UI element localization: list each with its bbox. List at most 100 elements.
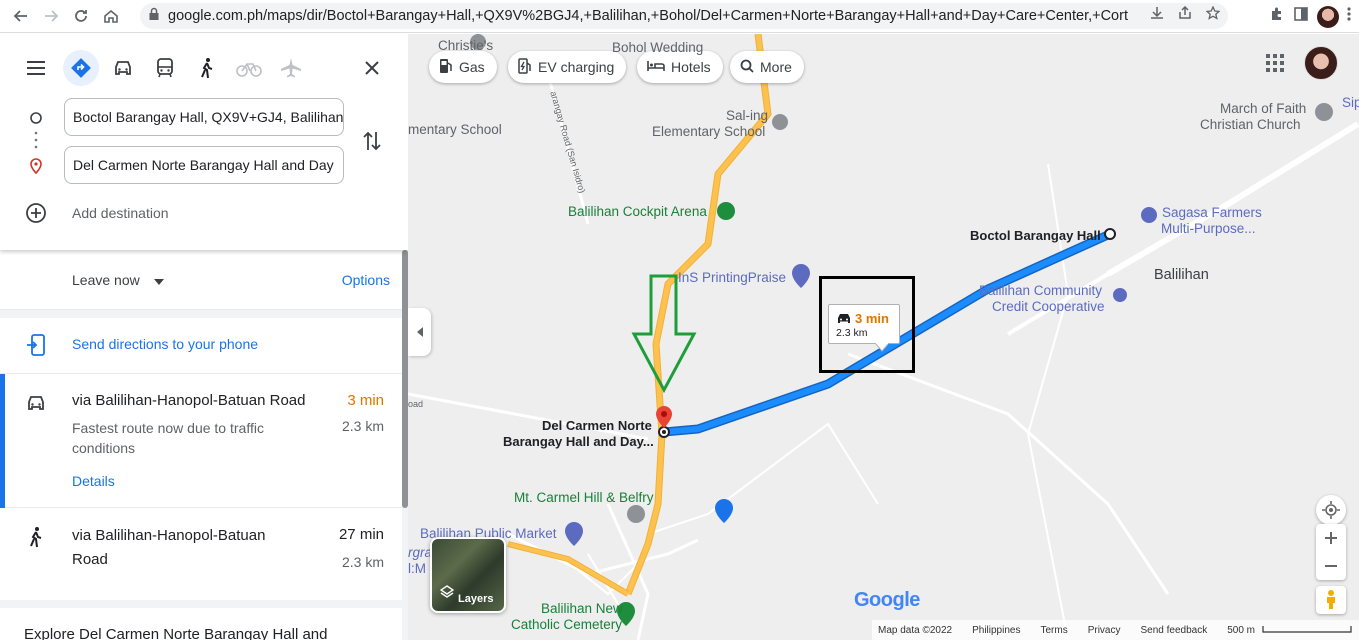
forward-icon[interactable] xyxy=(36,1,66,31)
more-vert-icon[interactable] xyxy=(1347,6,1351,27)
close-icon[interactable] xyxy=(354,50,390,86)
annotation-box xyxy=(819,276,915,373)
layers-button[interactable]: Layers xyxy=(430,537,506,613)
poi-label[interactable]: Christian Church xyxy=(1200,117,1301,132)
transit-icon[interactable] xyxy=(147,50,183,86)
poi-label[interactable]: Sal-ing xyxy=(726,108,768,123)
poi-label[interactable]: March of Faith xyxy=(1220,101,1306,116)
back-icon[interactable] xyxy=(6,1,36,31)
menu-icon[interactable] xyxy=(18,50,54,86)
poi-label[interactable]: Sip xyxy=(1342,95,1359,110)
route-duration: 27 min xyxy=(338,526,384,543)
my-location-button[interactable] xyxy=(1316,495,1346,525)
poi-label[interactable]: l:M xyxy=(408,561,426,576)
poi-label[interactable]: Bohol Wedding xyxy=(612,40,703,55)
poi-label[interactable]: Multi-Purpose... xyxy=(1161,221,1256,236)
add-destination-icon[interactable] xyxy=(25,202,47,229)
leave-now-dropdown[interactable]: Leave now xyxy=(72,272,164,288)
origin-label[interactable]: Boctol Barangay Hall xyxy=(970,228,1101,243)
chip-more[interactable]: More xyxy=(730,51,804,83)
poi-label[interactable]: Christie's xyxy=(438,38,493,53)
google-logo: Google xyxy=(854,589,920,611)
destination-label[interactable]: Barangay Hall and Day... xyxy=(503,434,654,449)
poi-label[interactable]: InS PrintingPraise xyxy=(678,270,786,285)
scale-bar xyxy=(1262,625,1352,633)
poi-label[interactable]: Balilihan Cockpit Arena xyxy=(568,204,707,219)
profile-avatar[interactable] xyxy=(1317,5,1339,28)
reload-icon[interactable] xyxy=(66,1,96,31)
lock-icon xyxy=(148,7,160,26)
ev-charging-icon xyxy=(518,57,532,77)
chip-gas[interactable]: Gas xyxy=(429,51,497,83)
departure-options-row: Leave now Options xyxy=(0,250,402,310)
route-option-walking[interactable]: via Balilihan-Hanopol-Batuan Road 27 min… xyxy=(0,508,402,600)
options-button[interactable]: Options xyxy=(342,272,390,288)
send-feedback-link[interactable]: Send feedback xyxy=(1141,625,1208,636)
collapse-panel-button[interactable] xyxy=(408,308,431,356)
zoom-in-icon[interactable] xyxy=(1325,524,1337,552)
download-icon[interactable] xyxy=(1150,6,1164,25)
route-description: Fastest route now due to traffic conditi… xyxy=(72,420,264,456)
apps-grid-icon[interactable] xyxy=(1266,54,1284,72)
directions-search-box: Boctol Barangay Hall, QX9V+GJ4, Baliliha… xyxy=(0,34,408,250)
poi-label[interactable]: Balilihan Community xyxy=(979,283,1102,298)
chip-hotels[interactable]: Hotels xyxy=(637,51,723,83)
search-icon xyxy=(740,59,754,76)
destination-label[interactable]: Del Carmen Norte xyxy=(542,418,652,433)
extensions-icon[interactable] xyxy=(1269,6,1285,27)
poi-label[interactable]: Catholic Cemetery xyxy=(511,617,622,632)
route-dots-icon xyxy=(34,130,38,155)
car-icon[interactable] xyxy=(105,50,141,86)
town-label: Balilihan xyxy=(1154,267,1209,283)
explore-heading: Explore Del Carmen Norte Barangay Hall a… xyxy=(24,626,328,640)
destination-input[interactable]: Del Carmen Norte Barangay Hall and Day xyxy=(64,146,344,184)
map-canvas[interactable]: Gas EV charging Hotels More Christie's B… xyxy=(408,34,1359,640)
crosshair-icon xyxy=(1322,501,1340,519)
share-icon[interactable] xyxy=(1178,5,1192,25)
account-avatar[interactable] xyxy=(1304,46,1338,80)
map-footer: Map data ©2022 Philippines Terms Privacy… xyxy=(872,620,1359,640)
caret-down-icon xyxy=(153,272,164,288)
poi-label[interactable]: Sagasa Farmers xyxy=(1162,205,1262,220)
car-icon xyxy=(26,394,46,417)
bookmark-star-icon[interactable] xyxy=(1205,5,1221,25)
gas-station-icon xyxy=(439,58,453,77)
send-to-phone-link[interactable]: Send directions to your phone xyxy=(72,336,258,352)
route-details-link[interactable]: Details xyxy=(72,473,115,489)
bicycle-icon[interactable] xyxy=(231,50,267,86)
add-destination-button[interactable]: Add destination xyxy=(72,205,169,221)
flight-icon[interactable] xyxy=(273,50,309,86)
route-option-driving[interactable]: via Balilihan-Hanopol-Batuan Road 3 min … xyxy=(0,374,402,508)
route-distance: 2.3 km xyxy=(341,554,384,570)
privacy-link[interactable]: Privacy xyxy=(1088,625,1121,636)
swap-icon[interactable] xyxy=(363,130,381,157)
chip-ev-charging[interactable]: EV charging xyxy=(508,51,627,83)
origin-input[interactable]: Boctol Barangay Hall, QX9V+GJ4, Baliliha… xyxy=(64,98,344,136)
scale-label[interactable]: 500 m xyxy=(1227,625,1352,636)
pegman-icon xyxy=(1327,590,1335,609)
poi-label[interactable]: Balilihan New xyxy=(541,601,623,616)
poi-label[interactable]: mentary School xyxy=(408,122,502,137)
side-panel-icon[interactable] xyxy=(1293,6,1309,27)
layers-icon xyxy=(439,585,455,604)
send-to-phone-row[interactable]: Send directions to your phone xyxy=(0,318,402,374)
home-icon[interactable] xyxy=(96,1,126,31)
poi-label[interactable]: Elementary School xyxy=(652,124,765,139)
zoom-out-icon[interactable] xyxy=(1325,552,1337,580)
street-view-pegman[interactable] xyxy=(1316,586,1346,614)
poi-label[interactable]: Mt. Carmel Hill & Belfry xyxy=(514,490,654,505)
address-bar[interactable]: google.com.ph/maps/dir/Boctol+Barangay+H… xyxy=(140,3,1228,29)
region-label[interactable]: Philippines xyxy=(972,625,1020,636)
section-divider xyxy=(0,310,402,318)
explore-section: Explore Del Carmen Norte Barangay Hall a… xyxy=(0,600,402,640)
terms-link[interactable]: Terms xyxy=(1040,625,1067,636)
zoom-controls xyxy=(1316,524,1346,580)
browser-toolbar: google.com.ph/maps/dir/Boctol+Barangay+H… xyxy=(0,0,1359,33)
route-distance: 2.3 km xyxy=(341,418,384,434)
road-label: oad xyxy=(408,399,424,409)
destination-pin-icon xyxy=(29,158,43,179)
url-text: google.com.ph/maps/dir/Boctol+Barangay+H… xyxy=(168,8,1128,24)
best-route-icon[interactable] xyxy=(63,50,99,86)
poi-label[interactable]: Credit Cooperative xyxy=(992,299,1105,314)
walk-icon[interactable] xyxy=(189,50,225,86)
